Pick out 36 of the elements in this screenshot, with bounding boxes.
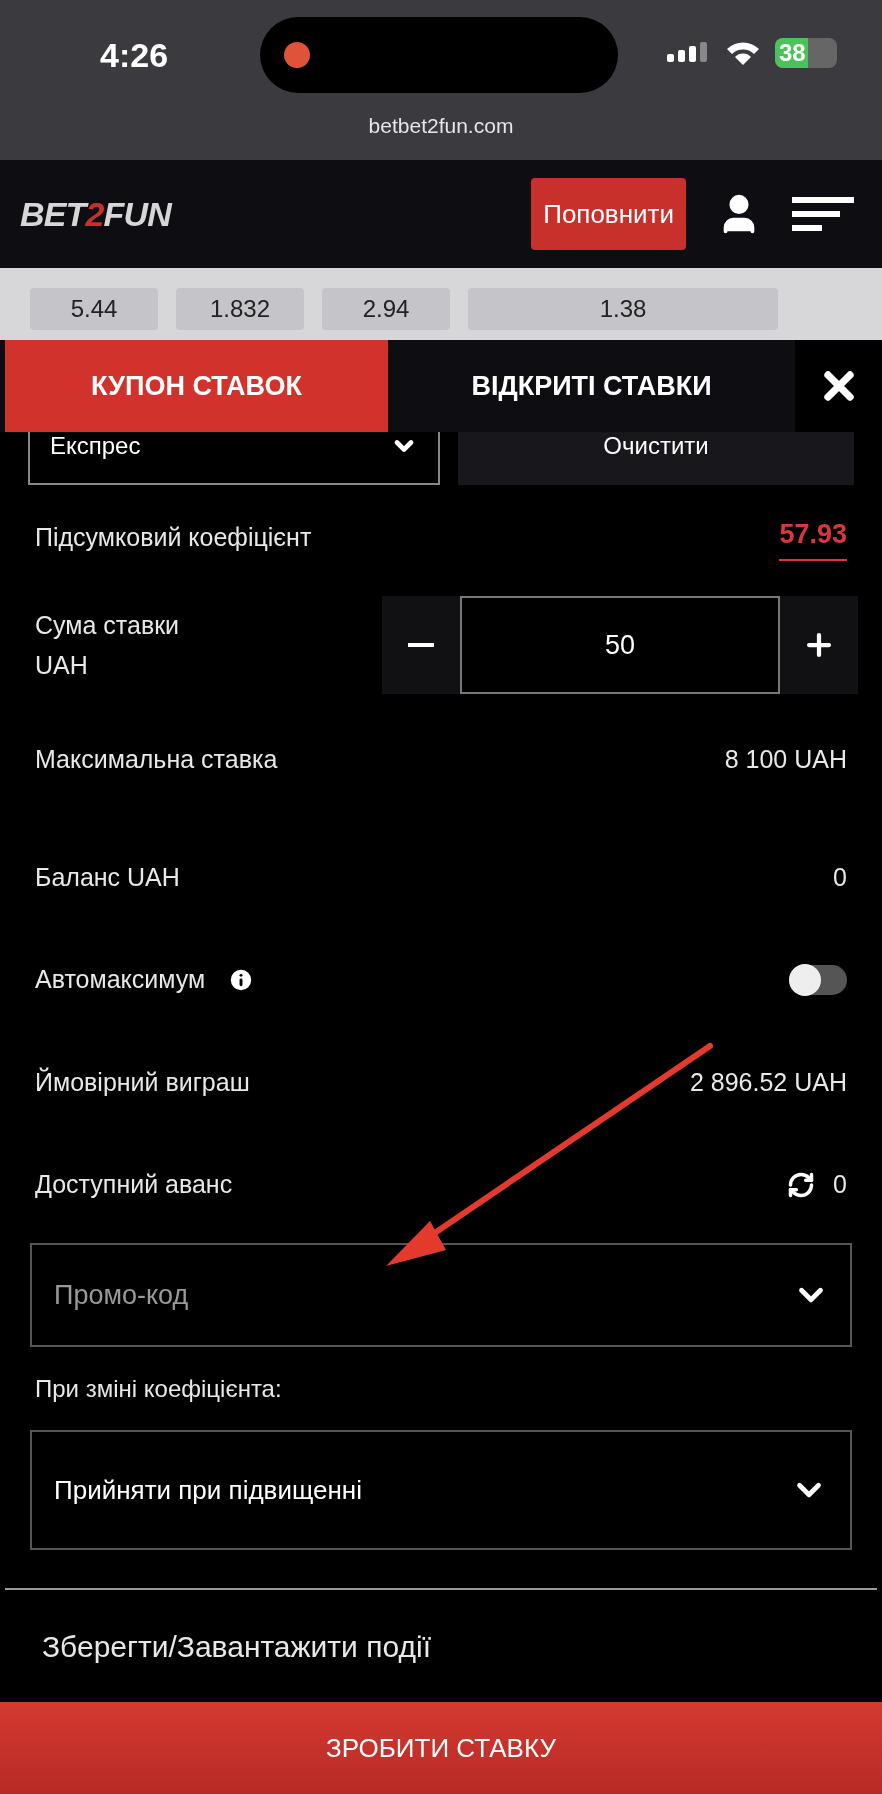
toggle-switch[interactable] <box>789 965 847 995</box>
save-load-events-link[interactable]: Зберегти/Завантажити події <box>42 1623 431 1669</box>
row-value: 2 896.52 UAH <box>689 1066 847 1098</box>
bet-type-select[interactable]: Експрес <box>28 432 440 485</box>
currency-label: UAH <box>35 650 89 681</box>
row-label: Доступний аванс <box>35 1169 233 1201</box>
menu-icon[interactable] <box>792 197 854 231</box>
odds-button[interactable]: 1.832 <box>176 288 304 330</box>
battery-indicator: 38 <box>775 38 837 68</box>
row-label: Ймовірний виграш <box>35 1066 250 1098</box>
tab[interactable]: КУПОН СТАВОК <box>5 340 388 432</box>
row-label: Баланс UAH <box>35 861 180 893</box>
close-button[interactable] <box>795 340 882 432</box>
refresh-icon[interactable] <box>787 1171 816 1199</box>
row-label: Максимальна ставка <box>35 744 278 776</box>
place-bet-button[interactable]: ЗРОБИТИ СТАВКУ <box>0 1702 882 1794</box>
clear-button[interactable]: Очистити <box>458 432 854 485</box>
row-label: Автомаксимум <box>35 964 206 996</box>
deposit-button[interactable]: Поповнити <box>531 178 686 250</box>
promo-code-field[interactable]: Промо-код <box>30 1243 852 1347</box>
row-value: 8 100 UAH <box>724 744 847 776</box>
url-text[interactable]: betbet2fun.com <box>368 110 514 142</box>
logo[interactable]: BET2FUN <box>20 188 171 240</box>
odds-button[interactable]: 2.94 <box>322 288 450 330</box>
minus-icon <box>408 643 434 647</box>
odds-button[interactable]: 1.38 <box>468 288 778 330</box>
odds-change-label: При зміні коефіцієнта: <box>35 1373 282 1404</box>
odds-change-select[interactable]: Прийняти при підвищенні <box>30 1430 852 1550</box>
row-value: 0 <box>833 861 847 893</box>
row-label: Підсумковий коефіцієнт <box>35 521 312 553</box>
stake-input[interactable]: 50 <box>460 596 780 694</box>
status-time: 4:26 <box>100 34 169 76</box>
row-label: Сума ставки <box>35 610 180 641</box>
coefficient-value: 57.93 <box>779 514 847 561</box>
odds-button[interactable]: 5.44 <box>30 288 158 330</box>
row-value: 0 <box>833 1169 847 1201</box>
